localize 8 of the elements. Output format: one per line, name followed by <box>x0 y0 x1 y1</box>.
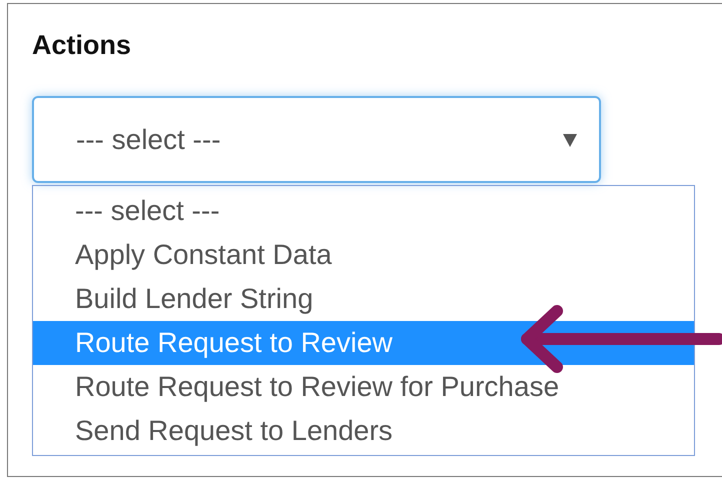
dropdown-option[interactable]: Route Request to Review for Purchase <box>33 365 694 409</box>
caret-icon <box>563 132 577 146</box>
action-select[interactable]: --- select --- <box>32 96 601 183</box>
dropdown-option[interactable]: Apply Constant Data <box>33 233 694 277</box>
dropdown-option[interactable]: Send Request to Lenders <box>33 409 694 453</box>
dropdown-option[interactable]: --- select --- <box>33 189 694 233</box>
dropdown-option[interactable]: Build Lender String <box>33 277 694 321</box>
section-title: Actions <box>32 29 132 61</box>
